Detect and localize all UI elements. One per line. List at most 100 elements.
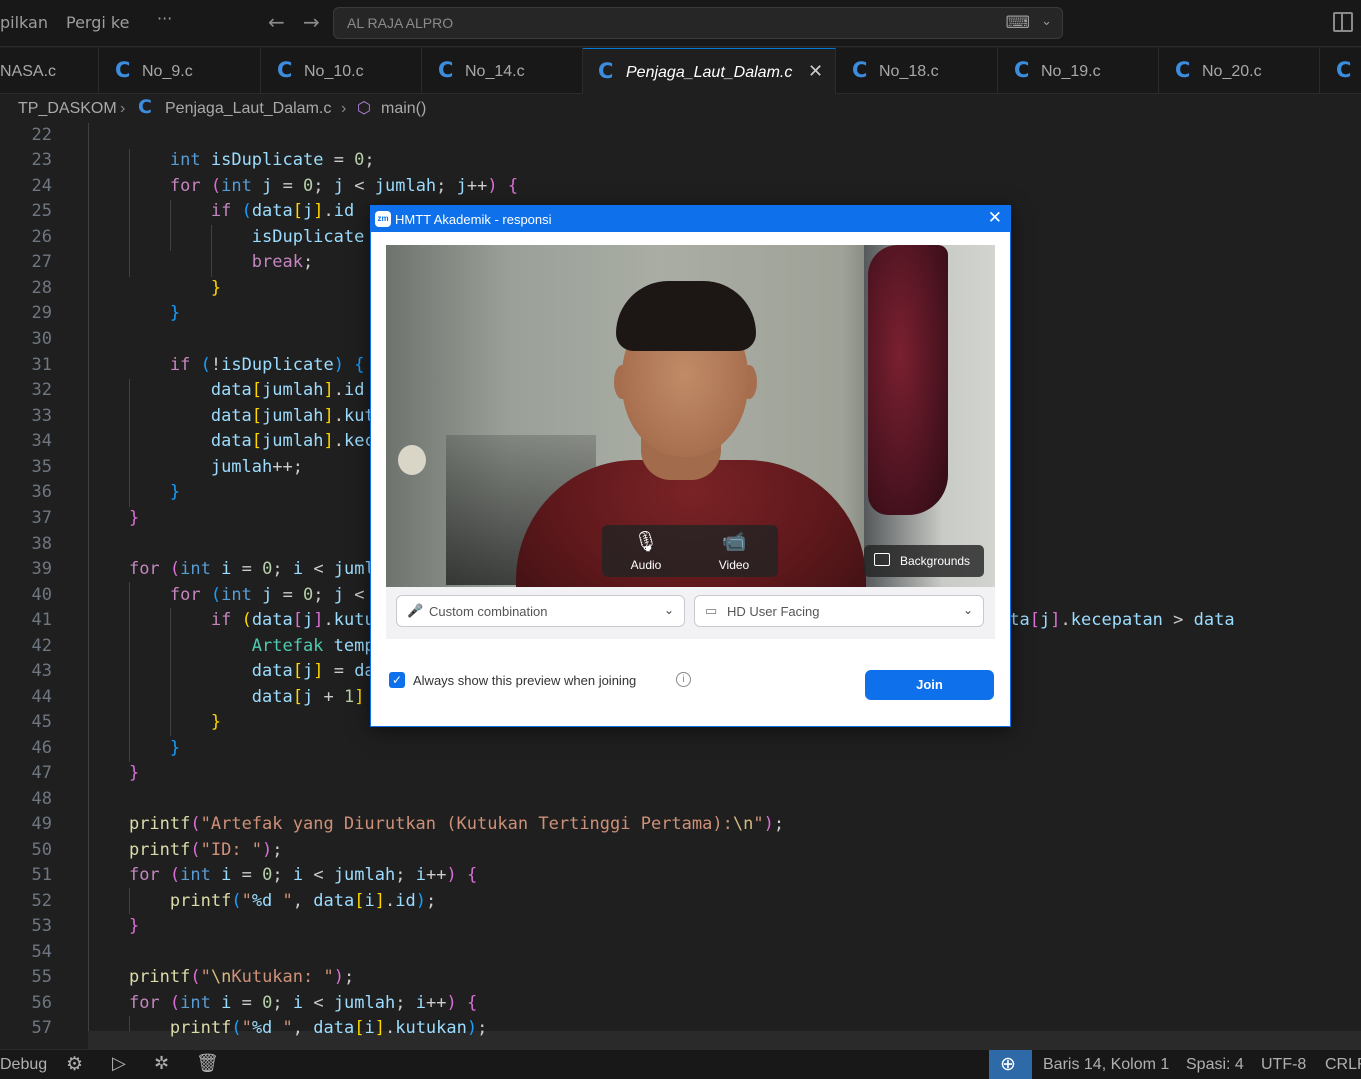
tab-no-9[interactable]: C No_9.c [99,48,261,94]
tab-label: No_9.c [142,63,193,80]
gear-icon[interactable]: ⚙ [66,1053,83,1076]
chevron-right-icon: › [120,100,126,117]
c-file-icon: C [598,59,614,83]
editor-tabs: NASA.c C No_9.c C No_10.c C No_14.c C Pe… [0,48,1361,94]
line-number: 31 [31,355,52,375]
video-camera-icon: 📹 [721,531,747,553]
backgrounds-label: Backgrounds [900,554,971,568]
microphone-icon: 🎙 [633,531,659,553]
code-line: data[jumlah].id [210,380,365,400]
code-line: printf("%d ", data[i].kutukan); [169,1018,488,1038]
line-number: 25 [31,201,52,221]
code-line: if (data[j].id [210,201,355,221]
c-file-icon: C [138,96,152,118]
debug-label[interactable]: Debug [0,1056,47,1074]
line-ending[interactable]: CRLF [1325,1056,1361,1074]
code-line: } [169,738,181,758]
code-line: data[jumlah].kec [210,431,375,451]
tab-label: NASA.c [0,63,57,80]
tab-label: Penjaga_Laut_Dalam.c [626,64,793,81]
always-show-label[interactable]: Always show this preview when joining [413,673,636,688]
menu-tampilkan[interactable]: pilkan [0,13,48,32]
code-line: int isDuplicate = 0; [169,150,375,170]
encoding[interactable]: UTF-8 [1261,1056,1306,1074]
breadcrumb-folder[interactable]: TP_DASKOM [18,100,117,118]
code-line: break; [251,252,314,272]
code-line: } [210,278,222,298]
breadcrumb-file[interactable]: Penjaga_Laut_Dalam.c [165,100,331,118]
line-number: 48 [31,789,52,809]
line-number: 52 [31,891,52,911]
audio-label: Audio [630,558,662,572]
line-number: 51 [31,865,52,885]
breadcrumb: TP_DASKOM › C Penjaga_Laut_Dalam.c › ⬡ m… [0,95,1361,123]
code-line: } [169,303,181,323]
breadcrumb-symbol[interactable]: main() [381,100,426,118]
video-camera-icon: ▭ [705,603,718,618]
close-icon[interactable]: ✕ [988,208,1002,228]
line-number: 30 [31,329,52,349]
menu-more-icon[interactable]: ··· [157,9,172,28]
c-file-icon: C [852,58,868,82]
tab-no-10[interactable]: C No_10.c [261,48,422,94]
line-number: 26 [31,227,52,247]
camera-select[interactable]: ▭ HD User Facing ⌄ [694,595,984,627]
line-number: 32 [31,380,52,400]
line-number: 56 [31,993,52,1013]
code-line: jumlah++; [210,457,303,477]
audio-button[interactable]: 🎙 Audio [602,525,690,577]
tab-no-20[interactable]: C No_20.c [1159,48,1320,94]
line-number: 37 [31,508,52,528]
command-center[interactable]: AL RAJA ALPRO ⌨ ⌄ [333,7,1063,39]
microphone-select-value: Custom combination [429,604,548,619]
tab-nasa[interactable]: NASA.c [0,48,99,94]
indentation[interactable]: Spasi: 4 [1186,1056,1244,1074]
cube-symbol-icon: ⬡ [357,100,371,117]
layout-toggle-icon[interactable] [1333,12,1353,32]
tab-label: No_19.c [1041,63,1101,80]
line-number: 34 [31,431,52,451]
line-number: 23 [31,150,52,170]
code-line: Artefak temp [251,636,375,656]
c-file-icon: C [1336,58,1352,82]
tab-no-19[interactable]: C No_19.c [998,48,1159,94]
trash-icon[interactable]: 🗑 [196,1053,219,1074]
copilot-chat-icon[interactable]: ⌨ [1005,13,1030,33]
c-file-icon: C [438,58,454,82]
join-button[interactable]: Join [865,670,994,700]
tab-label: No_10.c [304,63,364,80]
tab-penjaga-laut-dalam[interactable]: C Penjaga_Laut_Dalam.c ✕ [583,48,836,94]
close-tab-icon[interactable]: ✕ [808,61,823,82]
background-image-icon [874,553,890,566]
forward-arrow-icon[interactable]: → [303,10,320,34]
tab-label: No_14.c [465,63,525,80]
title-bar: pilkan Pergi ke ··· ← → AL RAJA ALPRO ⌨ … [0,0,1361,47]
line-number: 27 [31,252,52,272]
info-icon[interactable]: i [676,672,691,687]
cursor-position[interactable]: Baris 14, Kolom 1 [1043,1056,1169,1074]
tab-no-14[interactable]: C No_14.c [422,48,583,94]
code-line: for (int j = 0; j < jumlah; j++) { [169,176,519,196]
line-number: 33 [31,406,52,426]
always-show-checkbox[interactable]: ✓ [389,672,405,688]
code-line: printf("ID: "); [128,840,283,860]
debug-bug-icon[interactable]: ✲ [154,1053,169,1074]
zoom-indicator[interactable]: ⊕ [989,1050,1032,1079]
microphone-select[interactable]: 🎤 Custom combination ⌄ [396,595,685,627]
backgrounds-button[interactable]: Backgrounds [864,545,984,577]
code-line: for (int i = 0; i < juml [128,559,375,579]
device-selectors: 🎤 Custom combination ⌄ ▭ HD User Facing … [386,587,995,639]
tab-no-18[interactable]: C No_18.c [836,48,998,94]
workspace-name: AL RAJA ALPRO [347,15,454,31]
code-line: if (!isDuplicate) { [169,355,365,375]
code-line: } [210,712,222,732]
chevron-down-icon[interactable]: ⌄ [1041,14,1052,29]
video-button[interactable]: 📹 Video [690,525,778,577]
line-number: 36 [31,482,52,502]
line-number: 41 [31,610,52,630]
tab-overflow[interactable]: C [1320,48,1361,94]
line-number: 35 [31,457,52,477]
menu-pergi-ke[interactable]: Pergi ke [66,13,129,32]
run-icon[interactable]: ▷ [112,1053,126,1074]
back-arrow-icon[interactable]: ← [268,10,285,34]
